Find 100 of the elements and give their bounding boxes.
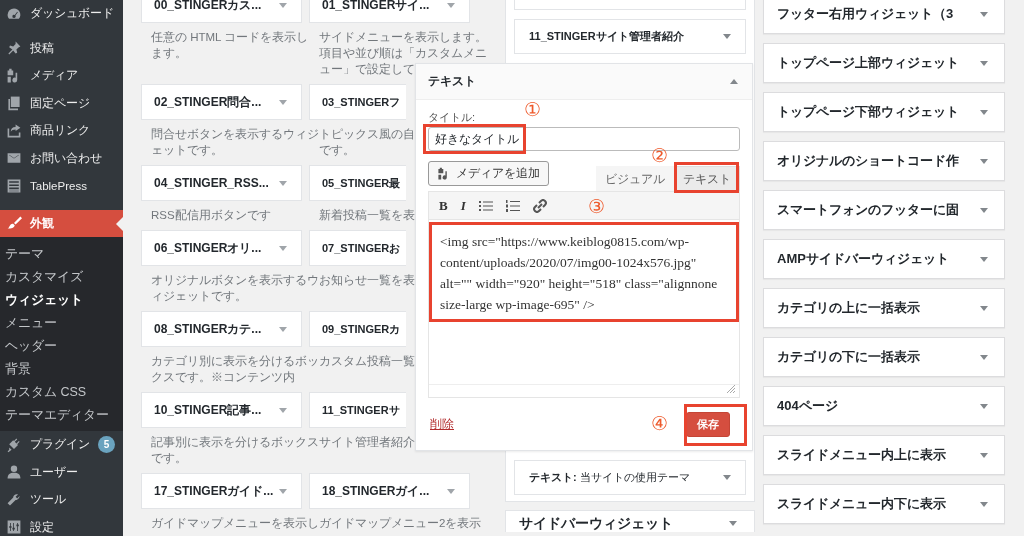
widget-item[interactable]: 02_STINGER問合... xyxy=(141,84,302,120)
pin-icon xyxy=(6,40,22,57)
caret-icon xyxy=(279,180,287,186)
widget-description: カテゴリ別に表示を分けるボッ xyxy=(151,354,319,369)
menu-item[interactable]: ユーザー xyxy=(0,458,123,486)
widget-description: ュー」で設定して xyxy=(319,62,415,77)
widget-item[interactable]: カテゴリの下に一括表示 xyxy=(763,337,1005,377)
submenu-item[interactable]: ウィジェット xyxy=(0,289,83,312)
field-label: タイトル: xyxy=(428,110,477,124)
person-icon xyxy=(6,464,22,481)
annotation-frame xyxy=(684,404,747,446)
bold-button[interactable]: B xyxy=(439,197,448,214)
widget-area-title: サイドバーウィジェット xyxy=(519,515,673,532)
widget-item[interactable]: スマートフォンのフッターに固 xyxy=(763,190,1005,230)
widget-description: 新着投稿一覧を表 xyxy=(319,208,415,223)
menu-item[interactable]: ツール xyxy=(0,486,123,514)
menu-item[interactable]: プラグイン 5 xyxy=(0,431,123,459)
caret-icon xyxy=(980,207,988,213)
text-editor[interactable]: <img src="https://www.keiblog0815.com/wp-content/uploads/2020/07/img00-1024x576.jpg" alt="" width="920" height="518" class="alignnone size-large wp-image-695" /> xyxy=(428,220,740,398)
widget-description: 問合せボタンを表示するウィジ xyxy=(151,127,319,142)
widget-item[interactable]: トップページ下部ウィジェット xyxy=(763,92,1005,132)
submenu-item[interactable]: テーマ xyxy=(0,243,44,266)
plug-icon xyxy=(6,436,22,453)
italic-button[interactable]: I xyxy=(460,197,466,214)
widget-item[interactable]: 11_STINGERサイト管理者紹介 xyxy=(514,19,746,54)
widget-description: です。 xyxy=(151,451,187,466)
submenu-item[interactable]: 背景 xyxy=(0,358,31,381)
menu-item[interactable]: 固定ページ xyxy=(0,89,123,117)
widget-header[interactable]: テキスト xyxy=(416,64,752,100)
caret-icon xyxy=(980,109,988,115)
delete-link[interactable]: 削除 xyxy=(430,416,454,432)
widget-description: オリジナルボタンを表示するウ xyxy=(151,273,319,288)
annotation-number: ③ xyxy=(588,197,605,217)
widget-item[interactable]: 10_STINGER記事... xyxy=(141,392,302,428)
submenu-item[interactable]: カスタム CSS xyxy=(0,381,87,404)
widget-description: サイドメニューを表示します。 xyxy=(319,30,487,45)
menu-item[interactable]: ダッシュボード xyxy=(0,0,123,28)
widget-item[interactable]: 03_STINGERフ xyxy=(309,84,406,120)
widget-description: トピックス風の自 xyxy=(319,127,415,142)
widget-item[interactable]: 17_STINGERガイド... xyxy=(141,473,302,509)
widget-description: お知らせ一覧を表 xyxy=(319,273,415,288)
widget-item[interactable]: 18_STINGERガイ... xyxy=(309,473,470,509)
editor-tab[interactable]: ビジュアル xyxy=(596,166,674,191)
submenu-item[interactable]: ヘッダー xyxy=(0,335,57,358)
share-icon xyxy=(6,122,22,139)
widget-description: ィジェットです。 xyxy=(151,289,247,304)
menu-item[interactable]: お問い合わせ xyxy=(0,144,123,172)
table-icon xyxy=(6,177,22,194)
menu-item[interactable]: メディア xyxy=(0,62,123,90)
widget-item[interactable]: 404ページ xyxy=(763,386,1005,426)
menu-item[interactable]: 外観 xyxy=(0,209,123,237)
widget-item[interactable]: 01_STINGERサイ... xyxy=(309,0,470,23)
widget-item[interactable]: 09_STINGERカ xyxy=(309,311,406,347)
caret-icon xyxy=(447,2,455,8)
widget-description: クスです。※コンテンツ内 xyxy=(151,370,295,385)
widget-description: ガイドマップメニュー2を表示 xyxy=(319,516,482,531)
link-icon xyxy=(532,198,547,213)
caret-icon xyxy=(980,354,988,360)
widget-item[interactable]: 05_STINGER最 xyxy=(309,165,406,201)
widget-item[interactable]: スライドメニュー内下に表示 xyxy=(763,484,1005,524)
widget-item[interactable]: 04_STINGER_RSS... xyxy=(141,165,302,201)
widget-item[interactable]: 08_STINGERカテ... xyxy=(141,311,302,347)
caret-icon xyxy=(279,488,287,494)
caret-icon xyxy=(980,501,988,507)
submenu-item[interactable]: テーマエディター xyxy=(0,404,109,427)
annotation-number: ④ xyxy=(651,414,668,434)
widget-item[interactable]: AMPサイドバーウィジェット xyxy=(763,239,1005,279)
widget-item[interactable]: フッター右用ウィジェット（3 xyxy=(763,0,1005,34)
menu-item[interactable]: 投稿 xyxy=(0,34,123,62)
caret-icon xyxy=(279,245,287,251)
widget-item[interactable]: オリジナルのショートコード作 xyxy=(763,141,1005,181)
save-button[interactable]: 保存 xyxy=(686,411,730,437)
caret-icon xyxy=(980,452,988,458)
widget-item[interactable]: 00_STINGERカス... xyxy=(141,0,302,23)
widget-description: カスタム投稿一覧 xyxy=(319,354,415,369)
widget-item[interactable]: スライドメニュー内上に表示 xyxy=(763,435,1005,475)
annotation-frame xyxy=(674,162,739,193)
gauge-icon xyxy=(6,5,22,22)
menu-item[interactable]: 設定 xyxy=(0,513,123,536)
widget-item[interactable]: 06_STINGERオリ... xyxy=(141,230,302,266)
add-media-button[interactable]: メディアを追加 xyxy=(428,161,549,186)
widget-item[interactable]: 07_STINGERお xyxy=(309,230,406,266)
widget-description: RSS配信用ボタンです xyxy=(151,208,271,223)
caret-icon xyxy=(279,99,287,105)
menu-item[interactable]: 商品リンク xyxy=(0,117,123,145)
numbered-list-icon xyxy=(505,199,520,212)
caret-icon xyxy=(980,256,988,262)
widget-description: 任意の HTML コードを表示し xyxy=(151,30,309,45)
submenu-item[interactable]: カスタマイズ xyxy=(0,266,83,289)
widget-item[interactable]: カテゴリの上に一括表示 xyxy=(763,288,1005,328)
submenu-item[interactable]: メニュー xyxy=(0,312,57,335)
widget-item[interactable]: トップページ上部ウィジェット xyxy=(763,43,1005,83)
menu-item[interactable]: TablePress xyxy=(0,172,123,200)
caret-icon xyxy=(279,407,287,413)
widget-area-header[interactable]: サイドバーウィジェット xyxy=(505,510,755,532)
caret-icon xyxy=(279,326,287,332)
widget-item[interactable]: 11_STINGERサ xyxy=(309,392,406,428)
widget-description: 項目や並び順は「カスタムメニ xyxy=(319,46,487,61)
widget-item[interactable]: テキスト: 当サイトの使用テーマ xyxy=(514,460,746,495)
editor-content: <img src="https://www.keiblog0815.com/wp-content/uploads/2020/07/img00-1024x576.jpg" alt="" width="920" height="518" class="alignnone size-large wp-image-695" /> xyxy=(440,233,719,314)
